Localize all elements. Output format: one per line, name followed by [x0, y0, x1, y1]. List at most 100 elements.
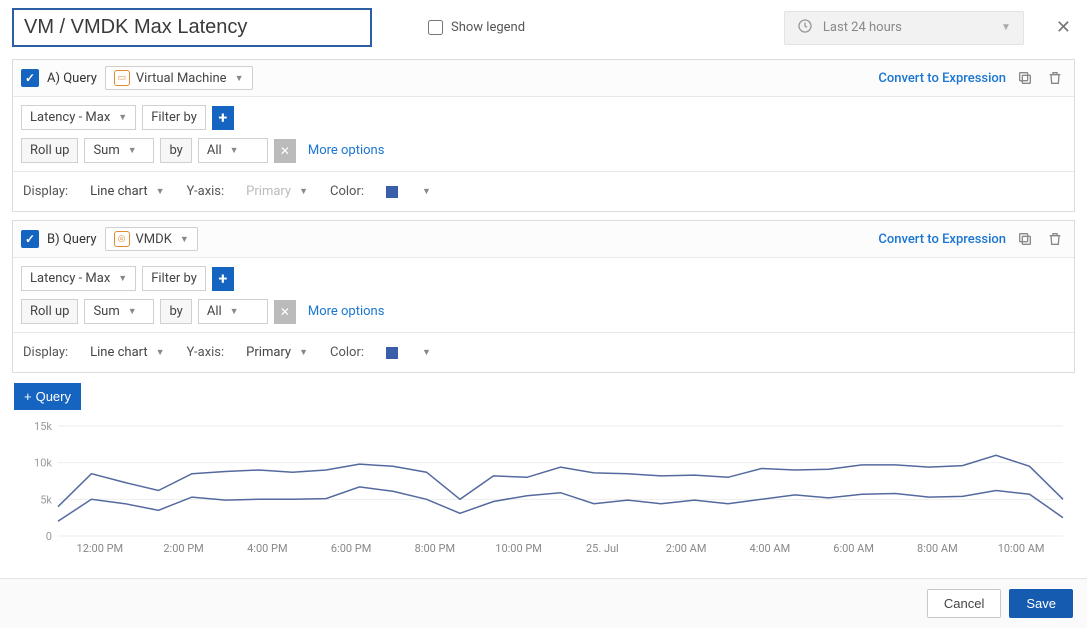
convert-expression-link[interactable]: Convert to Expression [878, 232, 1006, 247]
color-label: Color: [330, 184, 364, 199]
rollup-label: Roll up [30, 304, 69, 319]
time-range-label: Last 24 hours [823, 20, 902, 35]
display-type-selector[interactable]: Line chart ▼ [82, 180, 172, 203]
aggregate-label: Sum [93, 143, 119, 158]
display-label: Display: [23, 184, 68, 199]
svg-text:2:00 PM: 2:00 PM [163, 542, 203, 555]
by-selector[interactable]: All ▼ [198, 138, 268, 163]
chevron-down-icon: ▼ [118, 112, 127, 123]
color-swatch [386, 347, 398, 359]
resource-selector[interactable]: ▭ Virtual Machine ▼ [105, 66, 253, 90]
query-panel-a: A) Query ▭ Virtual Machine ▼ Convert to … [12, 59, 1075, 212]
svg-text:10k: 10k [34, 457, 52, 470]
display-label: Display: [23, 345, 68, 360]
remove-rollup-button[interactable]: ✕ [274, 300, 296, 324]
duplicate-icon[interactable] [1014, 228, 1036, 250]
cancel-button[interactable]: Cancel [927, 589, 1001, 618]
chevron-down-icon: ▼ [299, 186, 308, 197]
by-selector[interactable]: All ▼ [198, 299, 268, 324]
chevron-down-icon: ▼ [128, 306, 137, 317]
svg-text:2:00 AM: 2:00 AM [666, 542, 707, 555]
filter-by-label: Filter by [151, 110, 197, 125]
convert-expression-link[interactable]: Convert to Expression [878, 71, 1006, 86]
query-checkbox[interactable] [21, 230, 39, 248]
color-selector[interactable] [378, 182, 406, 202]
chevron-down-icon: ▼ [299, 347, 308, 358]
add-filter-button[interactable]: + [212, 267, 234, 291]
query-panel-b: B) Query ◎ VMDK ▼ Convert to Expression … [12, 220, 1075, 373]
query-label: B) Query [47, 232, 97, 247]
display-row: Display: Line chart ▼ Y-axis: Primary ▼ … [13, 171, 1074, 211]
chart: 05k10k15k12:00 PM2:00 PM4:00 PM6:00 PM8:… [14, 418, 1073, 558]
aggregate-selector[interactable]: Sum ▼ [84, 299, 154, 324]
metric-label: Latency - Max [30, 271, 110, 286]
by-label-box: by [160, 299, 191, 324]
rollup-label-box[interactable]: Roll up [21, 299, 78, 324]
svg-text:6:00 PM: 6:00 PM [331, 542, 371, 555]
by-value: All [207, 304, 222, 319]
chevron-down-icon: ▼ [128, 145, 137, 156]
query-header: A) Query ▭ Virtual Machine ▼ Convert to … [13, 60, 1074, 97]
plus-icon: + [24, 389, 32, 404]
query-checkbox[interactable] [21, 69, 39, 87]
more-options-link[interactable]: More options [308, 304, 385, 319]
chevron-down-icon[interactable]: ▼ [422, 186, 431, 197]
vmdk-icon: ◎ [114, 231, 130, 247]
display-type-selector[interactable]: Line chart ▼ [82, 341, 172, 364]
time-range-selector[interactable]: Last 24 hours ▼ [784, 11, 1024, 45]
aggregate-selector[interactable]: Sum ▼ [84, 138, 154, 163]
yaxis-value: Primary [246, 345, 291, 360]
title-input[interactable] [12, 8, 372, 47]
display-type-label: Line chart [90, 184, 147, 199]
query-header: B) Query ◎ VMDK ▼ Convert to Expression [13, 221, 1074, 258]
delete-icon[interactable] [1044, 67, 1066, 89]
svg-text:10:00 AM: 10:00 AM [998, 542, 1045, 555]
show-legend-checkbox[interactable] [428, 20, 443, 35]
resource-label: Virtual Machine [136, 71, 227, 86]
add-query-button[interactable]: + Query [14, 383, 81, 410]
display-row: Display: Line chart ▼ Y-axis: Primary ▼ … [13, 332, 1074, 372]
svg-text:8:00 AM: 8:00 AM [917, 542, 958, 555]
svg-text:12:00 PM: 12:00 PM [77, 542, 124, 555]
show-legend-toggle[interactable]: Show legend [428, 20, 525, 35]
chevron-down-icon: ▼ [230, 145, 239, 156]
svg-text:5k: 5k [40, 493, 52, 506]
footer: Cancel Save [0, 578, 1087, 628]
svg-text:0: 0 [46, 530, 52, 543]
rollup-label-box[interactable]: Roll up [21, 138, 78, 163]
rollup-label: Roll up [30, 143, 69, 158]
svg-text:4:00 AM: 4:00 AM [750, 542, 791, 555]
metric-selector[interactable]: Latency - Max ▼ [21, 105, 136, 130]
chevron-down-icon: ▼ [235, 73, 244, 84]
chart-svg: 05k10k15k12:00 PM2:00 PM4:00 PM6:00 PM8:… [14, 418, 1073, 558]
add-query-label: Query [36, 389, 71, 404]
yaxis-value: Primary [246, 184, 291, 199]
chevron-down-icon: ▼ [180, 234, 189, 245]
aggregate-label: Sum [93, 304, 119, 319]
yaxis-label: Y-axis: [187, 184, 225, 199]
duplicate-icon[interactable] [1014, 67, 1036, 89]
more-options-link[interactable]: More options [308, 143, 385, 158]
close-button[interactable]: ✕ [1052, 13, 1075, 42]
query-body: Latency - Max ▼ Filter by + Roll up Sum … [13, 97, 1074, 171]
query-label: A) Query [47, 71, 97, 86]
filter-by-selector[interactable]: Filter by [142, 266, 206, 291]
yaxis-selector: Primary ▼ [238, 180, 316, 203]
add-filter-button[interactable]: + [212, 106, 234, 130]
svg-text:10:00 PM: 10:00 PM [495, 542, 542, 555]
color-selector[interactable] [378, 343, 406, 363]
metric-label: Latency - Max [30, 110, 110, 125]
remove-rollup-button[interactable]: ✕ [274, 139, 296, 163]
chevron-down-icon: ▼ [156, 186, 165, 197]
yaxis-selector[interactable]: Primary ▼ [238, 341, 316, 364]
resource-selector[interactable]: ◎ VMDK ▼ [105, 227, 198, 251]
display-type-label: Line chart [90, 345, 147, 360]
filter-by-selector[interactable]: Filter by [142, 105, 206, 130]
filter-by-label: Filter by [151, 271, 197, 286]
svg-text:8:00 PM: 8:00 PM [415, 542, 455, 555]
chevron-down-icon[interactable]: ▼ [422, 347, 431, 358]
metric-selector[interactable]: Latency - Max ▼ [21, 266, 136, 291]
chevron-down-icon: ▼ [1001, 22, 1011, 33]
delete-icon[interactable] [1044, 228, 1066, 250]
save-button[interactable]: Save [1009, 589, 1073, 618]
